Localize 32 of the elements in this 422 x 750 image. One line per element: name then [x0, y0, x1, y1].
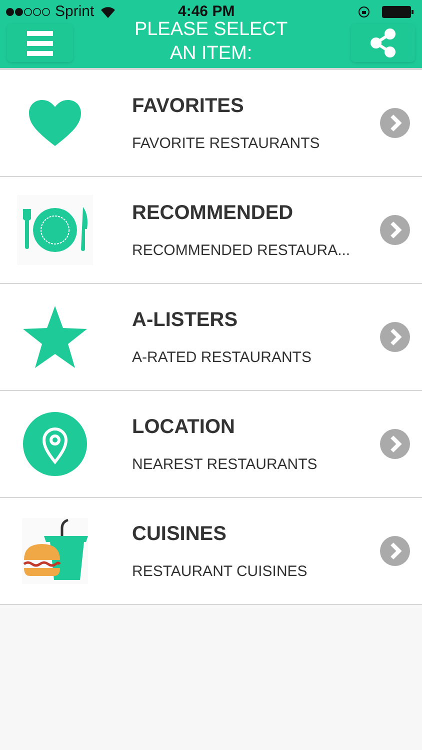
signal-icon: [5, 7, 51, 17]
item-title: LOCATION: [132, 414, 236, 440]
menu-row[interactable]: A-LISTERS A-RATED RESTAURANTS: [0, 284, 422, 391]
chevron-icon: [380, 429, 410, 459]
battery-icon: [382, 6, 414, 18]
heart-icon: [27, 98, 83, 148]
menu-row[interactable]: CUISINES RESTAURANT CUISINES: [0, 498, 422, 605]
item-subtitle: RECOMMENDED RESTAURA...: [132, 240, 352, 261]
item-title: A-LISTERS: [132, 308, 239, 333]
menu-icon: [27, 30, 53, 56]
wifi-icon: [100, 6, 116, 18]
menu-button[interactable]: [7, 24, 73, 62]
share-button[interactable]: [351, 24, 415, 62]
menu-row[interactable]: LOCATION NEAREST RESTAURANTS: [0, 391, 422, 498]
location-pin-icon: [23, 412, 87, 476]
star-icon: [22, 305, 88, 369]
item-subtitle: FAVORITE RESTAURANTS: [132, 134, 321, 154]
item-title: CUISINES: [132, 522, 228, 547]
chevron-icon: [380, 215, 410, 245]
menu-row[interactable]: RECOMMENDED RECOMMENDED RESTAURA...: [0, 177, 422, 284]
share-icon: [368, 28, 398, 58]
item-title: RECOMMENDED: [132, 200, 294, 226]
item-subtitle: A-RATED RESTAURANTS: [132, 348, 312, 368]
chevron-icon: [380, 108, 410, 138]
menu-row[interactable]: FAVORITES FAVORITE RESTAURANTS: [0, 70, 422, 177]
carrier-name: Sprint: [55, 2, 94, 22]
chevron-icon: [380, 322, 410, 352]
rotation-lock-icon: [358, 6, 370, 18]
item-subtitle: NEAREST RESTAURANTS: [132, 454, 318, 475]
chevron-icon: [380, 536, 410, 566]
item-title: FAVORITES: [132, 94, 245, 119]
item-subtitle: RESTAURANT CUISINES: [132, 562, 308, 582]
